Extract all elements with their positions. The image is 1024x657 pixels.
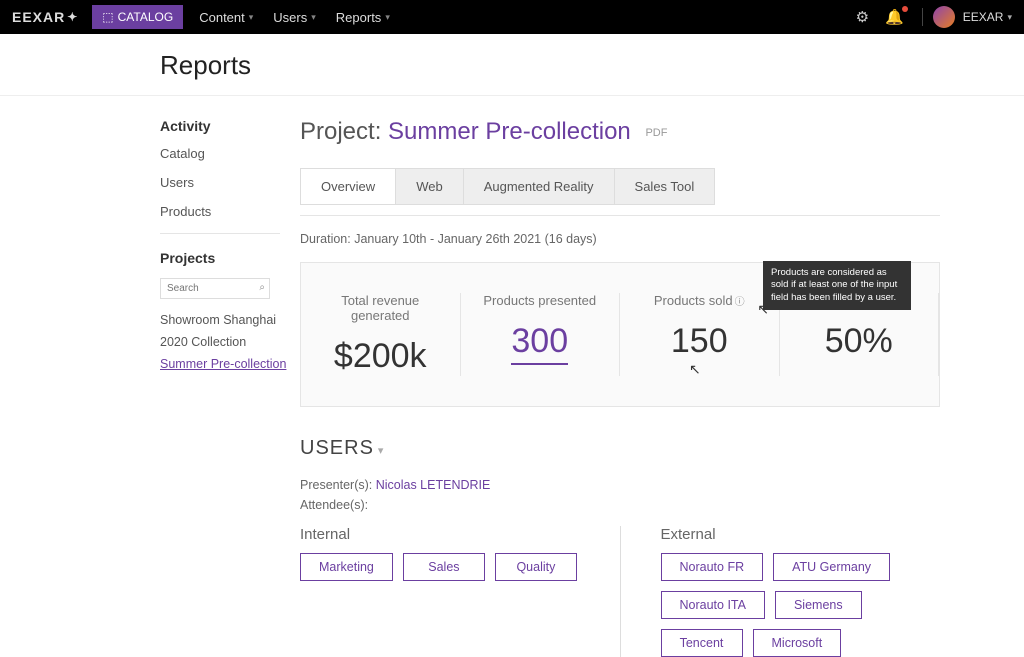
user-name[interactable]: EEXAR: [963, 10, 1004, 24]
sidebar-link-products[interactable]: Products: [160, 204, 300, 219]
chevron-down-icon: ▾: [385, 12, 390, 23]
chip-external[interactable]: Siemens: [775, 591, 862, 619]
metric-sold: Products soldⓘ 150: [620, 293, 780, 376]
search-icon: ⌕: [259, 282, 265, 293]
page-title: Reports: [160, 50, 1024, 81]
chip-external[interactable]: Microsoft: [753, 629, 842, 657]
chip-external[interactable]: Norauto ITA: [661, 591, 765, 619]
project-link-summer[interactable]: Summer Pre-collection: [160, 357, 300, 371]
notification-dot: [902, 6, 908, 12]
settings-icon[interactable]: ⚙: [856, 8, 869, 26]
attendee-row: Attendee(s):: [300, 498, 940, 512]
notifications-icon[interactable]: 🔔: [885, 8, 904, 26]
metric-value: 150: [630, 322, 769, 361]
metric-value: 50%: [790, 322, 929, 361]
info-icon[interactable]: ⓘ: [735, 297, 745, 308]
pdf-export[interactable]: PDF: [645, 127, 667, 139]
chip-internal[interactable]: Marketing: [300, 553, 393, 581]
sidebar-link-users[interactable]: Users: [160, 175, 300, 190]
metric-label: Products presented: [471, 293, 610, 308]
chip-external[interactable]: Tencent: [661, 629, 743, 657]
presenter-link[interactable]: Nicolas LETENDRIE: [376, 478, 491, 492]
project-search-input[interactable]: [160, 278, 270, 299]
chip-external[interactable]: ATU Germany: [773, 553, 890, 581]
brand-icon: ✦: [67, 10, 78, 24]
external-heading: External: [661, 526, 941, 543]
metric-label: Total revenue generated: [311, 293, 450, 323]
user-avatar[interactable]: [933, 6, 955, 28]
col-separator: [620, 526, 621, 657]
content-area: Project: Summer Pre-collection PDF Overv…: [300, 96, 980, 657]
metric-label: Products soldⓘ: [630, 293, 769, 308]
nav-content[interactable]: Content▾: [199, 10, 253, 25]
tab-web[interactable]: Web: [396, 169, 464, 204]
sidebar-projects-heading: Projects: [160, 250, 300, 266]
internal-col: Internal Marketing Sales Quality: [300, 526, 580, 657]
metric-value: $200k: [311, 337, 450, 376]
brand-text: EEXAR: [12, 9, 65, 25]
sidebar-link-catalog[interactable]: Catalog: [160, 146, 300, 161]
chip-external[interactable]: Norauto FR: [661, 553, 764, 581]
nav-reports[interactable]: Reports▾: [336, 10, 390, 25]
chevron-down-icon: ▾: [378, 445, 385, 457]
nav-users[interactable]: Users▾: [273, 10, 315, 25]
project-title: Project: Summer Pre-collection PDF: [300, 118, 940, 146]
chip-internal[interactable]: Quality: [495, 553, 577, 581]
brand-logo[interactable]: EEXAR ✦: [12, 9, 78, 25]
chip-internal[interactable]: Sales: [403, 553, 485, 581]
sidebar: Activity Catalog Users Products Projects…: [140, 96, 300, 657]
metrics-panel: Total revenue generated $200k Products p…: [300, 262, 940, 407]
chevron-down-icon: ▾: [249, 12, 254, 23]
chevron-down-icon[interactable]: ▾: [1007, 12, 1012, 23]
tab-list: Overview Web Augmented Reality Sales Too…: [300, 168, 715, 205]
users-section-heading[interactable]: USERS▾: [300, 437, 940, 460]
project-prefix: Project:: [300, 118, 388, 145]
metric-revenue: Total revenue generated $200k: [301, 293, 461, 376]
tab-salestool[interactable]: Sales Tool: [615, 169, 715, 204]
external-col: External Norauto FR ATU Germany Norauto …: [661, 526, 941, 657]
project-link-2020[interactable]: 2020 Collection: [160, 335, 300, 349]
internal-heading: Internal: [300, 526, 580, 543]
tab-underline: [300, 215, 940, 216]
project-name: Summer Pre-collection: [388, 118, 631, 145]
project-search[interactable]: ⌕: [160, 278, 270, 299]
project-link-showroom[interactable]: Showroom Shanghai: [160, 313, 300, 327]
sidebar-separator: [160, 233, 280, 234]
metric-value-link[interactable]: 300: [511, 322, 568, 365]
catalog-icon: ⬚: [102, 10, 113, 24]
page-heading-bar: Reports: [0, 34, 1024, 96]
info-tooltip: Products are considered as sold if at le…: [763, 261, 911, 310]
chevron-down-icon: ▾: [311, 12, 316, 23]
top-nav: EEXAR ✦ ⬚ CATALOG Content▾ Users▾ Report…: [0, 0, 1024, 34]
users-columns: Internal Marketing Sales Quality Externa…: [300, 526, 940, 657]
tab-overview[interactable]: Overview: [301, 169, 396, 204]
catalog-button[interactable]: ⬚ CATALOG: [92, 5, 183, 29]
duration-text: Duration: January 10th - January 26th 20…: [300, 232, 940, 246]
sidebar-activity-heading: Activity: [160, 118, 300, 134]
catalog-label: CATALOG: [118, 10, 174, 24]
metric-presented: Products presented 300: [461, 293, 621, 376]
presenter-label: Presenter(s):: [300, 478, 376, 492]
presenter-row: Presenter(s): Nicolas LETENDRIE: [300, 478, 940, 492]
nav-separator: [922, 8, 923, 26]
tab-ar[interactable]: Augmented Reality: [464, 169, 615, 204]
